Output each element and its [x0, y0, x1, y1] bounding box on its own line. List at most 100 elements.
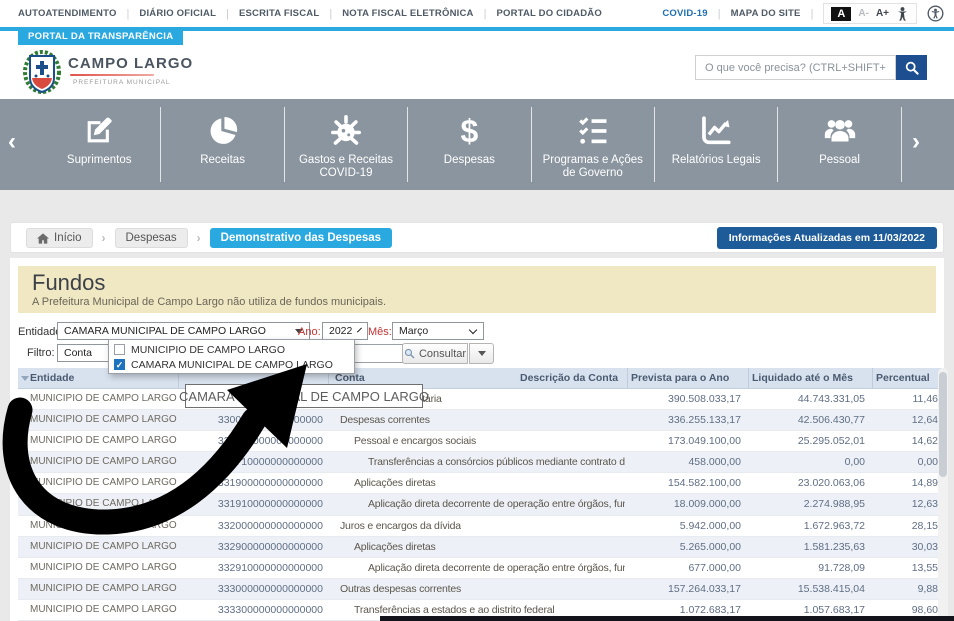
menu-scroll-left-icon[interactable]: ‹ [8, 127, 16, 157]
cell-liq: 0,00 [748, 456, 865, 468]
entidade-dropdown-panel: MUNICIPIO DE CAMPO LARGO✓CAMARA MUNICIPA… [108, 339, 355, 374]
virus-icon [328, 112, 364, 150]
table-row: MUNICIPIO DE CAMPO LARGO3317100000000000… [18, 452, 945, 473]
site-map-link[interactable]: MAPA DO SITE [731, 8, 801, 19]
menu-scroll-right-icon[interactable]: › [912, 127, 920, 157]
cell-liq: 1.581.235,63 [748, 541, 865, 553]
ano-select[interactable]: 2022 [322, 322, 368, 340]
cell-pct: 13,55 [872, 562, 938, 574]
cell-pct: 14,62 [872, 435, 938, 447]
column-header-descricao[interactable]: Descrição da Conta [520, 372, 618, 384]
topbar-link[interactable]: DIÁRIO OFICIAL [139, 8, 216, 19]
menu-item-dollar[interactable]: $Despesas [408, 107, 531, 182]
cell-pct: 98,60 [872, 604, 938, 616]
cell-liq: 91.728,09 [748, 562, 865, 574]
table-row: MUNICIPIO DE CAMPO LARGODespesa orçament… [18, 389, 945, 410]
main-icon-menu: ‹ Suprimentos Receitas Gastos e Receitas C… [0, 99, 954, 190]
cell-liq: 15.538.415,04 [748, 583, 865, 595]
column-header-prevista[interactable]: Prevista para o Ano [631, 372, 729, 384]
covid-link[interactable]: COVID-19 [662, 8, 707, 19]
entidade-option[interactable]: ✓CAMARA MUNICIPAL DE CAMPO LARGO [114, 357, 354, 372]
topbar-links: AUTOATENDIMENTO | DIÁRIO OFICIAL | ESCRITA F… [18, 8, 602, 20]
menu-item-pie[interactable]: Receitas [161, 107, 284, 182]
breadcrumb-item-active[interactable]: Demonstrativo das Despesas [210, 228, 392, 248]
mes-select[interactable]: Março [392, 322, 484, 340]
divider: | [226, 8, 229, 20]
cell-ent: MUNICIPIO DE CAMPO LARGO [30, 562, 180, 573]
table-row: MUNICIPIO DE CAMPO LARGO3329000000000000… [18, 537, 945, 558]
search-button[interactable] [896, 55, 927, 80]
city-coat-of-arms[interactable] [22, 48, 62, 95]
cell-prev: 5.265.000,00 [627, 541, 741, 553]
people-icon [820, 112, 860, 150]
divider: | [329, 8, 332, 20]
top-utility-bar: AUTOATENDIMENTO | DIÁRIO OFICIAL | ESCRITA F… [0, 0, 954, 27]
topbar-link[interactable]: PORTAL DO CIDADÃO [496, 8, 601, 19]
cell-pct: 11,46 [872, 393, 938, 405]
menu-item-label: Receitas [196, 154, 249, 167]
portal-transparencia-tab[interactable]: PORTAL DA TRANSPARÊNCIA [18, 28, 183, 45]
font-increase-button[interactable]: A+ [876, 8, 889, 19]
font-decrease-button[interactable]: A- [858, 8, 869, 19]
topbar-link[interactable]: ESCRITA FISCAL [239, 8, 319, 19]
sort-icon [21, 376, 29, 381]
divider: | [127, 8, 130, 20]
entidade-select[interactable]: CAMARA MUNICIPAL DE CAMPO LARGO [57, 322, 310, 340]
cell-desc: Transferências a consórcios públicos med… [368, 456, 625, 468]
menu-item-label: Suprimentos [63, 154, 136, 167]
divider: | [718, 8, 721, 20]
consultar-options-button[interactable] [469, 343, 494, 364]
cell-pct: 30,03 [872, 541, 938, 553]
menu-item-chart[interactable]: Relatórios Legais [655, 107, 778, 182]
cell-pct: 14,89 [872, 477, 938, 489]
cell-prev: 677.000,00 [627, 562, 741, 574]
menu-item-virus[interactable]: Gastos e Receitas COVID-19 [285, 107, 408, 182]
cell-desc: Transferências a estados e ao distrito f… [354, 604, 555, 616]
cell-prev: 336.255.133,17 [627, 414, 741, 426]
home-icon [37, 233, 49, 244]
fundos-notice: Fundos A Prefeitura Municipal de Campo L… [18, 266, 936, 313]
ano-label: Ano: [298, 326, 321, 338]
entidade-option[interactable]: MUNICIPIO DE CAMPO LARGO [114, 342, 354, 357]
cell-ent: MUNICIPIO DE CAMPO LARGO [30, 520, 180, 531]
pie-icon [206, 112, 240, 150]
menu-item-label: Despesas [440, 154, 499, 167]
divider: | [811, 8, 814, 20]
accessibility-icon[interactable] [927, 5, 944, 22]
page: AUTOATENDIMENTO | DIÁRIO OFICIAL | ESCRITA F… [0, 0, 954, 621]
cell-pct: 0,00 [872, 456, 938, 468]
cell-ent: MUNICIPIO DE CAMPO LARGO [30, 498, 180, 509]
search-input[interactable] [695, 55, 896, 80]
cell-desc: Aplicações diretas [354, 477, 436, 489]
cell-desc: Despesas correntes [340, 414, 430, 426]
accessibility-person-icon[interactable] [896, 7, 909, 21]
breadcrumb-item[interactable]: Despesas [115, 228, 188, 248]
cell-liq: 23.020.063,06 [748, 477, 865, 489]
checked-checkbox[interactable]: ✓ [114, 359, 125, 370]
contrast-button[interactable]: A [831, 7, 851, 21]
cell-pct: 9,88 [872, 583, 938, 595]
site-search [695, 55, 927, 80]
fundos-text: A Prefeitura Municipal de Campo Largo nã… [32, 296, 922, 308]
cell-prev: 157.264.033,17 [627, 583, 741, 595]
mes-label: Mês: [368, 326, 392, 338]
menu-item-label: Gastos e Receitas COVID-19 [285, 154, 407, 180]
topbar-link[interactable]: NOTA FISCAL ELETRÔNICA [342, 8, 473, 19]
column-header-entidade[interactable]: Entidade [30, 372, 74, 384]
cell-desc: Outras despesas correntes [340, 583, 461, 595]
column-header-percentual[interactable]: Percentual [876, 372, 930, 384]
menu-item-people[interactable]: Pessoal [778, 107, 901, 182]
menu-item-edit[interactable]: Suprimentos [38, 107, 161, 182]
cell-conta: 333000000000000000 [178, 583, 323, 595]
breadcrumb-item[interactable]: Início [26, 228, 93, 248]
dropdown-caret-icon [478, 351, 486, 356]
menu-item-checklist[interactable]: Programas e Ações de Governo [532, 107, 655, 182]
scrollbar-thumb[interactable] [939, 372, 947, 477]
unchecked-checkbox[interactable] [114, 344, 125, 355]
consultar-button[interactable]: Consultar [402, 343, 468, 364]
topbar-link[interactable]: AUTOATENDIMENTO [18, 8, 117, 19]
column-header-liquidado[interactable]: Liquidado até o Mês [752, 372, 853, 384]
cell-conta: 332000000000000000 [178, 520, 323, 532]
table-row: MUNICIPIO DE CAMPO LARGO3329100000000000… [18, 558, 945, 579]
cell-prev: 5.942.000,00 [627, 520, 741, 532]
